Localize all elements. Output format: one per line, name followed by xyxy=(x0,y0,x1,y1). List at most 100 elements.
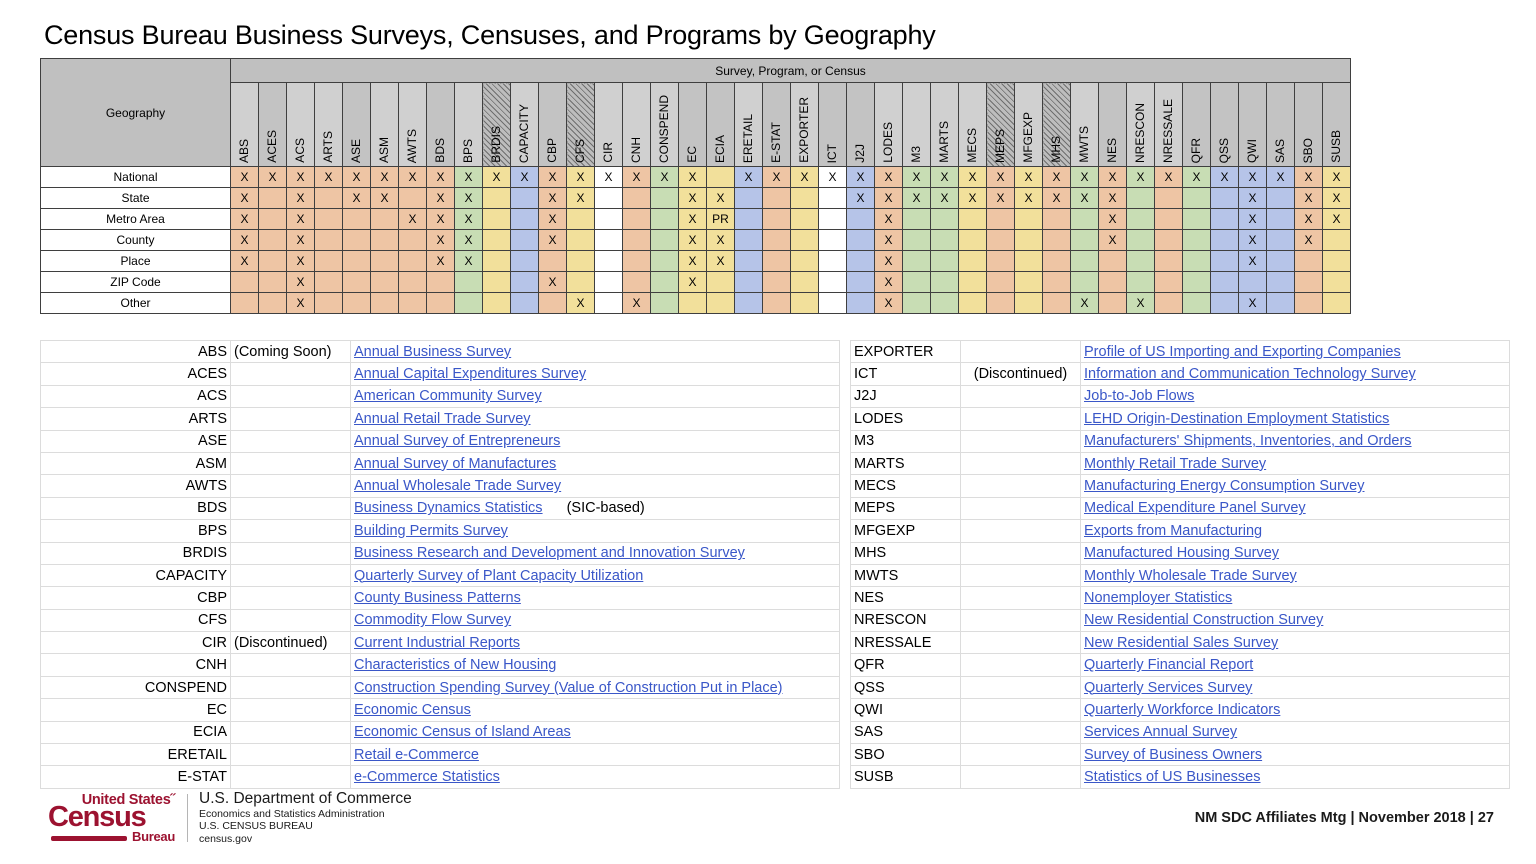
legend-survey-name[interactable]: New Residential Construction Survey xyxy=(1084,612,1323,628)
legend-survey-name[interactable]: Construction Spending Survey (Value of C… xyxy=(354,680,783,696)
legend-note xyxy=(230,720,351,745)
legend-abbr-bps: BPS xyxy=(40,519,231,543)
legend-survey-name[interactable]: Annual Survey of Entrepreneurs xyxy=(354,433,560,449)
legend-survey-name[interactable]: New Residential Sales Survey xyxy=(1084,635,1278,651)
legend-survey-link-aces[interactable]: Annual Capital Expenditures Survey xyxy=(350,362,840,386)
legend-survey-name[interactable]: Characteristics of New Housing xyxy=(354,657,556,673)
legend-survey-link-ec[interactable]: Economic Census xyxy=(350,698,840,722)
legend-survey-link-eretail[interactable]: Retail e-Commerce xyxy=(350,743,840,767)
legend-survey-link-acs[interactable]: American Community Survey xyxy=(350,384,840,409)
legend-survey-link-bps[interactable]: Building Permits Survey xyxy=(350,519,840,543)
legend-survey-link-qwi[interactable]: Quarterly Workforce Indicators xyxy=(1080,698,1510,722)
legend-survey-name[interactable]: Economic Census xyxy=(354,702,471,718)
legend-survey-link-asm[interactable]: Annual Survey of Manufactures xyxy=(350,451,840,476)
legend-survey-name[interactable]: Medical Expenditure Panel Survey xyxy=(1084,500,1306,516)
legend-survey-name[interactable]: Job-to-Job Flows xyxy=(1084,388,1194,404)
legend-survey-name[interactable]: LEHD Origin-Destination Employment Stati… xyxy=(1084,411,1389,427)
legend-survey-name[interactable]: Manufactured Housing Survey xyxy=(1084,545,1279,561)
legend-survey-name[interactable]: Building Permits Survey xyxy=(354,523,508,539)
legend-survey-name[interactable]: Quarterly Workforce Indicators xyxy=(1084,702,1280,718)
legend-survey-name[interactable]: Economic Census of Island Areas xyxy=(354,724,571,740)
legend-survey-link-cnh[interactable]: Characteristics of New Housing xyxy=(350,653,840,677)
legend-survey-link-cir[interactable]: Current Industrial Reports xyxy=(350,631,840,655)
legend-survey-link-qfr[interactable]: Quarterly Financial Report xyxy=(1080,653,1510,677)
legend-survey-name[interactable]: Manufacturers' Shipments, Inventories, a… xyxy=(1084,433,1412,449)
legend-survey-link-susb[interactable]: Statistics of US Businesses xyxy=(1080,765,1510,789)
legend-survey-link-mfgexp[interactable]: Exports from Manufacturing xyxy=(1080,519,1510,543)
legend-survey-link-cbp[interactable]: County Business Patterns xyxy=(350,586,840,610)
legend-survey-link-lodes[interactable]: LEHD Origin-Destination Employment Stati… xyxy=(1080,407,1510,431)
cell-state-eretail xyxy=(734,187,763,209)
legend-survey-link-ict[interactable]: Information and Communication Technology… xyxy=(1080,362,1510,386)
legend-survey-name[interactable]: Quarterly Services Survey xyxy=(1084,680,1252,696)
legend-survey-link-abs[interactable]: Annual Business Survey xyxy=(350,339,840,364)
legend-survey-link-conspend[interactable]: Construction Spending Survey (Value of C… xyxy=(350,675,840,700)
legend-survey-link-capacity[interactable]: Quarterly Survey of Plant Capacity Utili… xyxy=(350,563,840,588)
legend-survey-link-meps[interactable]: Medical Expenditure Panel Survey xyxy=(1080,496,1510,521)
cell-place-nes xyxy=(1098,250,1127,272)
cell-county-marts xyxy=(930,229,959,251)
column-header-label: LODES xyxy=(880,122,895,163)
legend-survey-link-nes[interactable]: Nonemployer Statistics xyxy=(1080,586,1510,610)
legend-survey-link-awts[interactable]: Annual Wholesale Trade Survey xyxy=(350,474,840,498)
legend-survey-name[interactable]: County Business Patterns xyxy=(354,590,521,606)
legend-survey-name[interactable]: Commodity Flow Survey xyxy=(354,612,511,628)
cell-county-ecia: X xyxy=(706,229,735,251)
legend-abbr-sas: SAS xyxy=(850,720,961,745)
legend-survey-name[interactable]: Current Industrial Reports xyxy=(354,635,520,651)
legend-survey-link-brdis[interactable]: Business Research and Development and In… xyxy=(350,541,840,565)
legend-survey-link-cfs[interactable]: Commodity Flow Survey xyxy=(350,608,840,633)
legend-survey-name[interactable]: Quarterly Survey of Plant Capacity Utili… xyxy=(354,568,643,584)
legend-survey-name[interactable]: Annual Capital Expenditures Survey xyxy=(354,366,586,382)
legend-survey-link-exporter[interactable]: Profile of US Importing and Exporting Co… xyxy=(1080,339,1510,364)
legend-survey-link-nrescon[interactable]: New Residential Construction Survey xyxy=(1080,608,1510,633)
legend-survey-link-mwts[interactable]: Monthly Wholesale Trade Survey xyxy=(1080,563,1510,588)
legend-survey-link-bds[interactable]: Business Dynamics Statistics (SIC-based) xyxy=(350,496,840,521)
cell-national-ase: X xyxy=(342,166,371,188)
matrix-body: National X X X X X X X X X X X X X X X X X X X X X X X X X X X X X X X X… xyxy=(40,166,1351,314)
legend-survey-name[interactable]: Annual Retail Trade Survey xyxy=(354,411,531,427)
legend-survey-name[interactable]: Profile of US Importing and Exporting Co… xyxy=(1084,344,1401,360)
legend-survey-link-marts[interactable]: Monthly Retail Trade Survey xyxy=(1080,451,1510,476)
legend-survey-name[interactable]: Nonemployer Statistics xyxy=(1084,590,1232,606)
legend-abbr-ase: ASE xyxy=(40,429,231,453)
legend-survey-name[interactable]: Information and Communication Technology… xyxy=(1084,366,1416,382)
legend-survey-link-mecs[interactable]: Manufacturing Energy Consumption Survey xyxy=(1080,474,1510,498)
legend-survey-name[interactable]: Monthly Wholesale Trade Survey xyxy=(1084,568,1297,584)
legend-survey-link-qss[interactable]: Quarterly Services Survey xyxy=(1080,675,1510,700)
legend-survey-link-e-stat[interactable]: e-Commerce Statistics xyxy=(350,765,840,789)
legend-survey-link-ecia[interactable]: Economic Census of Island Areas xyxy=(350,720,840,745)
legend-survey-name[interactable]: e-Commerce Statistics xyxy=(354,769,500,785)
legend-survey-name[interactable]: Exports from Manufacturing xyxy=(1084,523,1262,539)
legend-survey-name[interactable]: Statistics of US Businesses xyxy=(1084,769,1261,785)
legend-survey-link-sbo[interactable]: Survey of Business Owners xyxy=(1080,743,1510,767)
legend-survey-link-mhs[interactable]: Manufactured Housing Survey xyxy=(1080,541,1510,565)
column-header-label: MARTS xyxy=(936,121,951,163)
legend-abbr-cir: CIR xyxy=(40,631,231,655)
legend-survey-link-m3[interactable]: Manufacturers' Shipments, Inventories, a… xyxy=(1080,429,1510,453)
cell-zip-code-m3 xyxy=(902,271,931,293)
cell-state-exporter xyxy=(790,187,819,209)
cell-other-mwts: X xyxy=(1070,292,1099,314)
legend-survey-name[interactable]: Services Annual Survey xyxy=(1084,724,1237,740)
legend-survey-name[interactable]: Monthly Retail Trade Survey xyxy=(1084,456,1266,472)
legend-row: MWTS Monthly Wholesale Trade Survey xyxy=(850,563,1510,588)
legend-survey-name[interactable]: American Community Survey xyxy=(354,388,542,404)
legend-survey-link-j2j[interactable]: Job-to-Job Flows xyxy=(1080,384,1510,409)
legend-survey-link-arts[interactable]: Annual Retail Trade Survey xyxy=(350,407,840,431)
legend-survey-name[interactable]: Annual Wholesale Trade Survey xyxy=(354,478,561,494)
legend-survey-name[interactable]: Survey of Business Owners xyxy=(1084,747,1262,763)
legend-survey-name[interactable]: Business Research and Development and In… xyxy=(354,545,745,561)
legend-survey-name[interactable]: Annual Survey of Manufactures xyxy=(354,456,556,472)
column-header-awts: AWTS xyxy=(398,82,427,167)
legend-survey-link-ase[interactable]: Annual Survey of Entrepreneurs xyxy=(350,429,840,453)
legend-row: ASE Annual Survey of Entrepreneurs xyxy=(40,429,840,453)
legend-survey-name[interactable]: Business Dynamics Statistics xyxy=(354,500,543,516)
legend-survey-name[interactable]: Annual Business Survey xyxy=(354,344,511,360)
legend-survey-link-nressale[interactable]: New Residential Sales Survey xyxy=(1080,631,1510,655)
legend-survey-link-sas[interactable]: Services Annual Survey xyxy=(1080,720,1510,745)
legend-survey-name[interactable]: Manufacturing Energy Consumption Survey xyxy=(1084,478,1364,494)
cell-national-mwts: X xyxy=(1070,166,1099,188)
legend-survey-name[interactable]: Retail e-Commerce xyxy=(354,747,479,763)
legend-survey-name[interactable]: Quarterly Financial Report xyxy=(1084,657,1253,673)
